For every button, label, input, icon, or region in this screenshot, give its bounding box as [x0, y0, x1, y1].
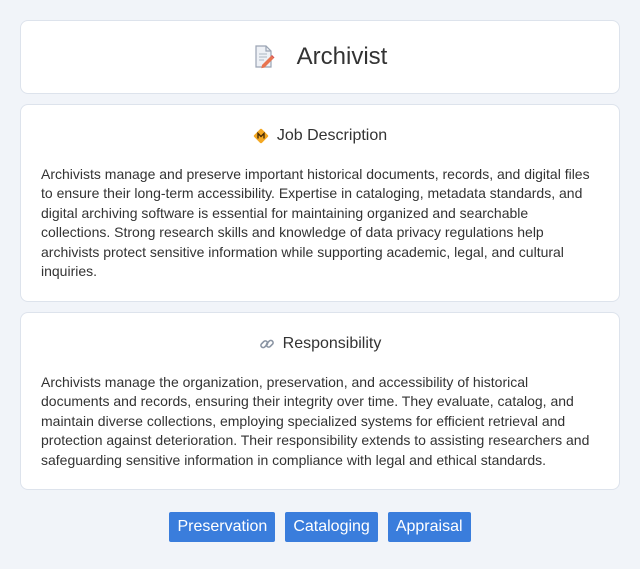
document-pen-icon: [253, 45, 275, 69]
job-description-card: Job Description Archivists manage and pr…: [20, 104, 620, 302]
responsibility-heading: Responsibility: [41, 335, 599, 353]
title-card: Archivist: [20, 20, 620, 94]
responsibility-title: Responsibility: [282, 335, 382, 352]
tag-list: Preservation Cataloging Appraisal: [20, 512, 620, 542]
responsibility-card: Responsibility Archivists manage the org…: [20, 312, 620, 490]
responsibility-text: Archivists manage the organization, pres…: [41, 374, 590, 468]
job-description-heading: Job Description: [41, 127, 599, 145]
page-title: Archivist: [296, 43, 388, 70]
job-description-title: Job Description: [276, 127, 388, 144]
tag-cataloging[interactable]: Cataloging: [285, 512, 378, 542]
tag-preservation[interactable]: Preservation: [169, 512, 276, 542]
link-icon: [259, 336, 275, 352]
job-description-text: Archivists manage and preserve important…: [41, 166, 590, 280]
diamond-badge-icon: [253, 128, 269, 144]
tag-appraisal[interactable]: Appraisal: [387, 512, 471, 542]
